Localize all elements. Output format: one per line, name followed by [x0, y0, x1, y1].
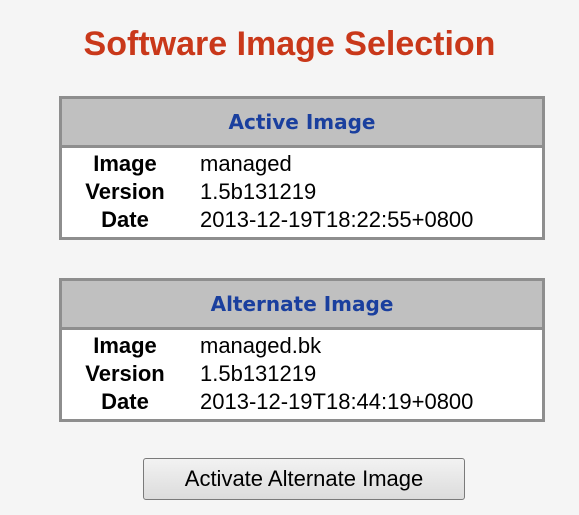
alternate-image-header: Alternate Image	[62, 281, 542, 330]
active-image-row-date: Date 2013-12-19T18:22:55+0800	[62, 206, 542, 234]
active-image-row-version: Version 1.5b131219	[62, 178, 542, 206]
alternate-image-row-version: Version 1.5b131219	[62, 360, 542, 388]
alternate-image-table: Alternate Image Image managed.bk Version…	[59, 278, 545, 422]
row-label: Version	[85, 361, 165, 386]
row-value: 1.5b131219	[200, 361, 317, 386]
row-label: Date	[101, 207, 149, 232]
alternate-image-row-image: Image managed.bk	[62, 332, 542, 360]
row-value: managed.bk	[200, 333, 322, 358]
active-image-table: Active Image Image managed Version 1.5b1…	[59, 96, 545, 240]
row-label: Image	[93, 151, 157, 176]
row-value: 2013-12-19T18:44:19+0800	[200, 389, 474, 414]
active-image-row-image: Image managed	[62, 150, 542, 178]
alternate-image-row-date: Date 2013-12-19T18:44:19+0800	[62, 388, 542, 416]
activate-alternate-image-button[interactable]: Activate Alternate Image	[143, 458, 465, 500]
row-value: 1.5b131219	[200, 179, 317, 204]
row-label: Version	[85, 179, 165, 204]
row-label: Image	[93, 333, 157, 358]
row-label: Date	[101, 389, 149, 414]
active-image-header: Active Image	[62, 99, 542, 148]
row-value: managed	[200, 151, 292, 176]
row-value: 2013-12-19T18:22:55+0800	[200, 207, 474, 232]
page-title: Software Image Selection	[83, 25, 496, 63]
